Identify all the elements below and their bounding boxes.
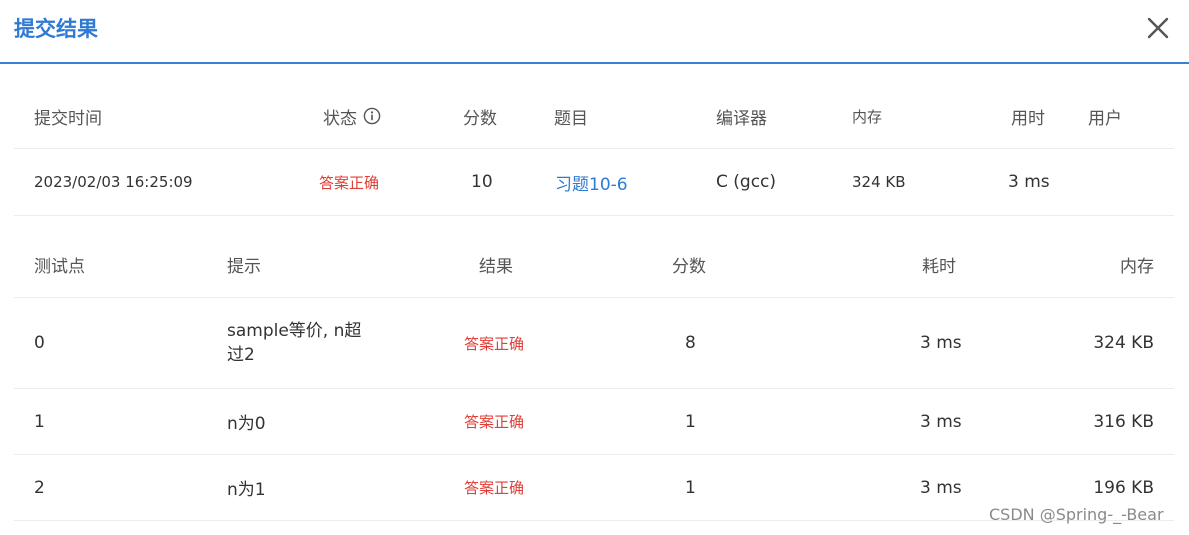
duration-value: 3 ms <box>1008 172 1050 192</box>
case-result-badge: 答案正确 <box>464 334 525 353</box>
case-time: 3 ms <box>920 333 962 353</box>
summary-header-row: 提交时间 状态 分数 题目 编译器 内存 用时 用户 <box>14 84 1174 149</box>
case-id: 1 <box>34 411 45 432</box>
header-case-score: 分数 <box>672 257 706 277</box>
compiler-value: C (gcc) <box>716 172 777 192</box>
header-submit-time: 提交时间 <box>34 108 102 129</box>
case-score: 1 <box>685 411 696 432</box>
header-problem: 题目 <box>554 108 588 129</box>
case-score: 8 <box>685 333 696 353</box>
case-time: 3 ms <box>920 477 962 498</box>
header-hint: 提示 <box>227 257 261 277</box>
table-row: 1 n为0 答案正确 1 3 ms 316 KB <box>14 389 1174 455</box>
memory-value: 324 KB <box>852 173 906 191</box>
case-time: 3 ms <box>920 411 962 432</box>
problem-link[interactable]: 习题10-6 <box>555 149 628 215</box>
case-id: 0 <box>34 333 45 353</box>
watermark: CSDN @Spring-_-Bear <box>989 505 1164 524</box>
case-result-badge: 答案正确 <box>464 413 525 431</box>
header-compiler: 编译器 <box>716 108 767 129</box>
table-row: 0 sample等价, n超过2 答案正确 8 3 ms 324 KB <box>14 298 1174 389</box>
case-memory: 324 KB <box>1093 333 1154 353</box>
submit-time: 2023/02/03 16:25:09 <box>34 173 193 191</box>
info-icon[interactable] <box>363 107 381 125</box>
testcase-header-row: 测试点 提示 结果 分数 耗时 内存 <box>14 232 1174 298</box>
score-value: 10 <box>471 172 493 192</box>
case-hint: n为1 <box>227 480 266 500</box>
header-status-label: 状态 <box>323 108 357 129</box>
summary-row: 2023/02/03 16:25:09 答案正确 10 习题10-6 C (gc… <box>14 149 1174 216</box>
header-case-time: 耗时 <box>922 257 956 277</box>
dialog-title: 提交结果 <box>14 17 98 41</box>
case-result-badge: 答案正确 <box>464 479 525 497</box>
header-result: 结果 <box>479 257 513 277</box>
header-case: 测试点 <box>34 257 85 277</box>
close-icon[interactable] <box>1144 14 1172 42</box>
header-memory: 内存 <box>852 107 883 126</box>
case-score: 1 <box>685 477 696 498</box>
header-status: 状态 <box>323 84 381 148</box>
case-hint: sample等价, n超过2 <box>227 321 362 365</box>
case-memory: 316 KB <box>1093 411 1154 432</box>
header-duration: 用时 <box>1011 108 1045 129</box>
status-badge: 答案正确 <box>319 173 380 192</box>
case-id: 2 <box>34 477 45 498</box>
dialog-header: 提交结果 <box>0 0 1189 64</box>
header-score: 分数 <box>463 108 497 129</box>
case-hint: n为0 <box>227 414 266 434</box>
header-case-memory: 内存 <box>1120 257 1154 277</box>
header-user: 用户 <box>1088 108 1122 129</box>
